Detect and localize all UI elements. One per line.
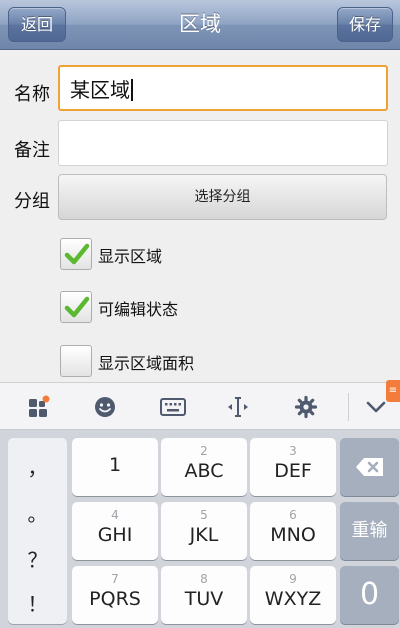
symbol-key[interactable]: ， (8, 452, 67, 481)
key-label: JKL (189, 524, 219, 546)
key-number: 4 (111, 508, 119, 522)
key-label: ABC (184, 460, 224, 482)
note-field[interactable] (58, 120, 388, 166)
checkmark-icon (64, 296, 90, 318)
key-3[interactable]: 3 DEF (250, 438, 336, 496)
key-label: MNO (270, 524, 316, 546)
key-number: 2 (200, 444, 208, 458)
symbol-key[interactable]: ！ (8, 588, 67, 617)
editable-label: 可编辑状态 (98, 300, 179, 319)
key-6[interactable]: 6 MNO (250, 502, 336, 560)
save-button[interactable]: 保存 (337, 7, 393, 42)
settings-icon[interactable] (294, 395, 318, 419)
backspace-key[interactable] (340, 438, 399, 496)
key-1[interactable]: 1 (72, 438, 158, 496)
key-number: 7 (111, 572, 119, 586)
key-label: PQRS (89, 588, 141, 610)
key-5[interactable]: 5 JKL (161, 502, 247, 560)
key-label: DEF (274, 460, 312, 482)
key-label: TUV (184, 588, 224, 610)
show-area-size-label: 显示区域面积 (98, 354, 195, 373)
key-7[interactable]: 7 PQRS (72, 566, 158, 624)
symbol-key[interactable]: ？ (8, 544, 67, 573)
collapse-icon[interactable] (364, 395, 388, 419)
reinput-key[interactable]: 重输 (340, 502, 399, 560)
name-field[interactable]: 某区域 (58, 65, 388, 111)
note-label: 备注 (14, 140, 50, 161)
key-label: WXYZ (264, 588, 322, 610)
emoji-icon[interactable] (93, 395, 117, 419)
name-value: 某区域 (70, 78, 130, 102)
area-form: 名称 某区域 备注 分组 选择分组 显示区域 可编辑状态 显示区域面积 (0, 50, 400, 382)
symbol-key[interactable]: 。 (8, 498, 67, 527)
page-title: 区域 (179, 12, 221, 36)
ime-indicator-tab[interactable]: ≡ (386, 380, 400, 402)
key-label: 1 (108, 454, 122, 476)
apps-icon[interactable] (27, 395, 51, 419)
editable-checkbox[interactable] (60, 291, 92, 323)
key-9[interactable]: 9 WXYZ (250, 566, 336, 624)
key-label: GHI (97, 524, 133, 546)
show-area-size-checkbox[interactable] (60, 345, 92, 377)
key-number: 9 (289, 572, 297, 586)
group-label: 分组 (14, 191, 50, 212)
select-group-button[interactable]: 选择分组 (58, 174, 387, 220)
checkmark-icon (64, 243, 90, 265)
name-label: 名称 (14, 84, 50, 105)
show-area-label: 显示区域 (98, 247, 163, 266)
key-number: 5 (200, 508, 208, 522)
cursor-icon[interactable] (226, 395, 250, 419)
key-number: 8 (200, 572, 208, 586)
numeric-keypad: ， 。 ？ ！ 1 2 ABC 3 DEF 4 GHI 5 JKL 6 MNO … (0, 430, 400, 628)
zero-key[interactable]: 0 (340, 566, 399, 624)
key-2[interactable]: 2 ABC (161, 438, 247, 496)
navigation-bar: 返回 区域 保存 (0, 0, 400, 50)
key-number: 6 (289, 508, 297, 522)
back-button[interactable]: 返回 (8, 7, 66, 42)
show-area-checkbox[interactable] (60, 238, 92, 270)
keyboard-toolbar (0, 382, 400, 430)
symbol-column[interactable]: ， 。 ？ ！ (8, 438, 67, 624)
key-4[interactable]: 4 GHI (72, 502, 158, 560)
key-number: 3 (289, 444, 297, 458)
backspace-icon (355, 458, 383, 476)
key-8[interactable]: 8 TUV (161, 566, 247, 624)
text-caret (131, 79, 133, 101)
toolbar-divider (348, 393, 349, 421)
keyboard-icon[interactable] (160, 395, 186, 419)
